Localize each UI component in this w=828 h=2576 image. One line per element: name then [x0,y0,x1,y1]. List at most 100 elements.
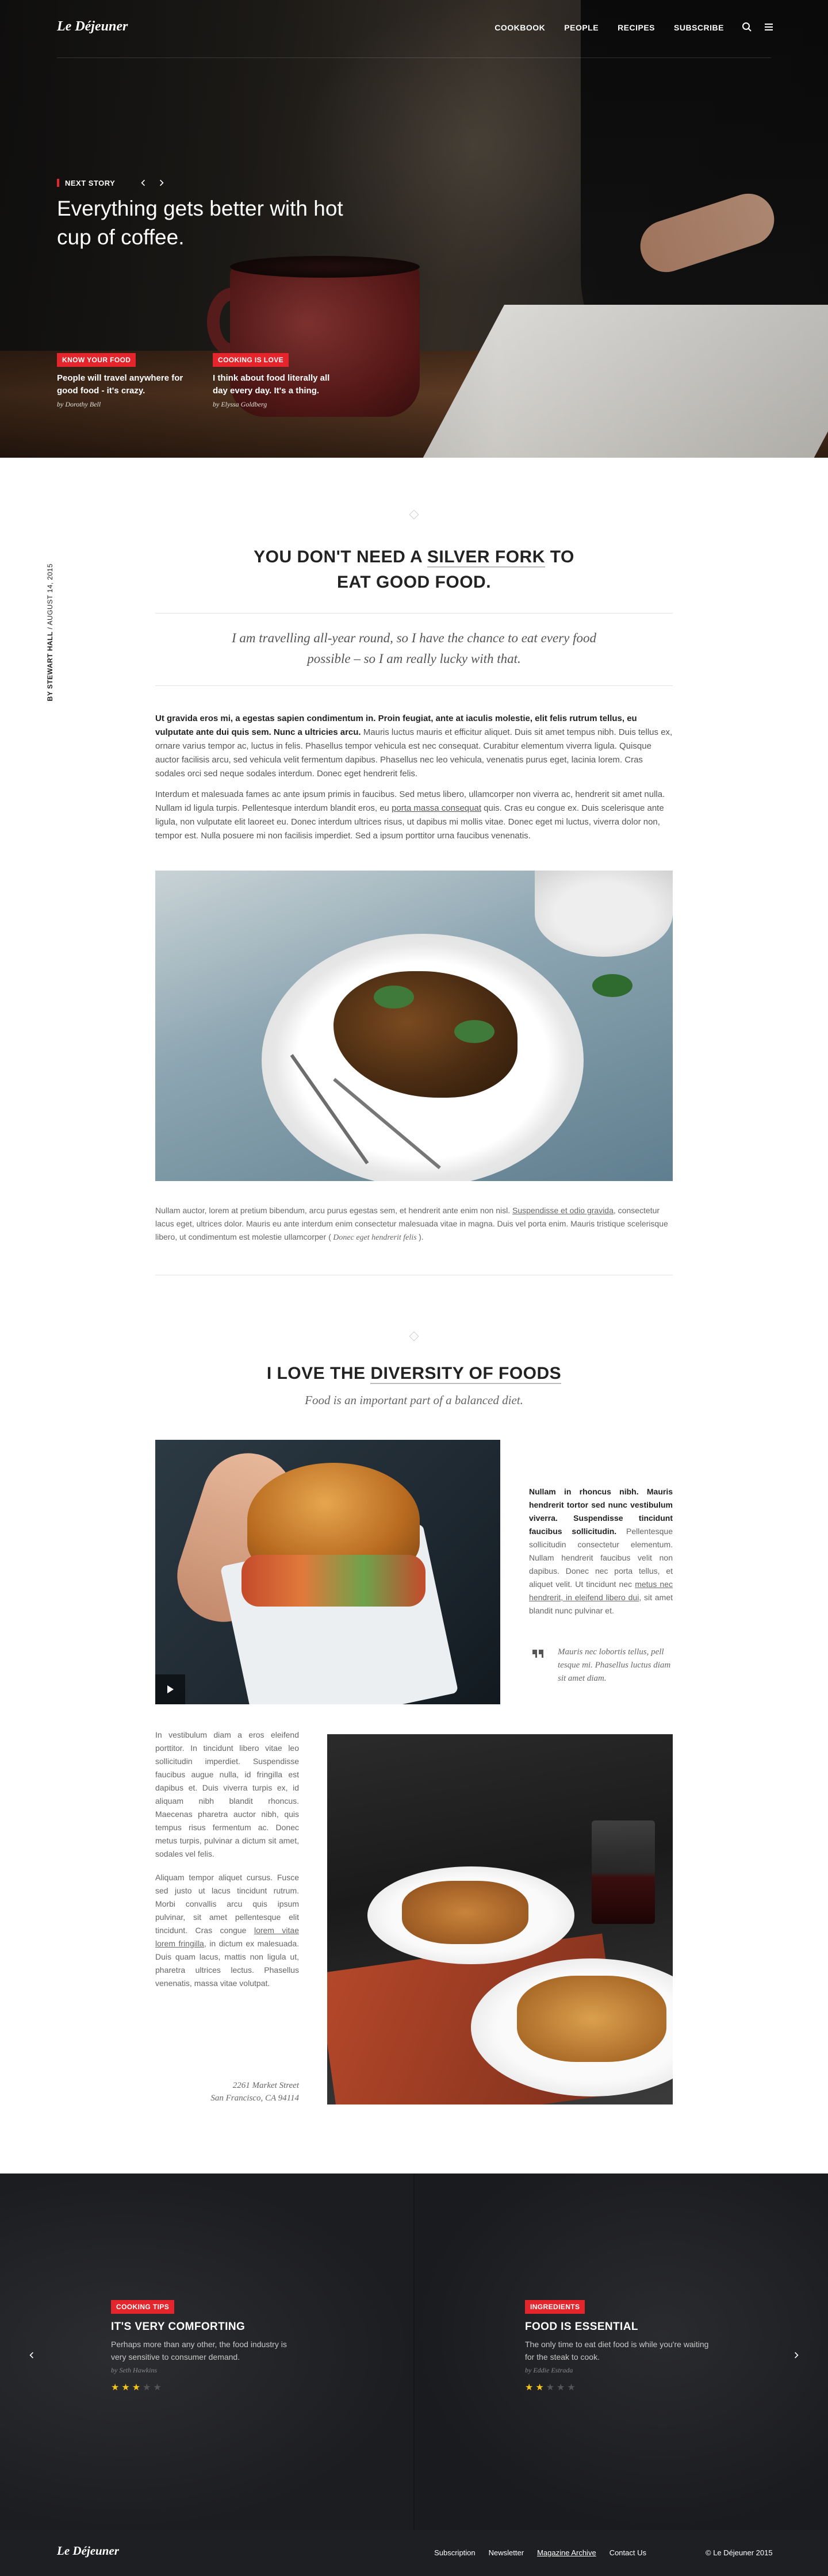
diversity-heading: I LOVE THE DIVERSITY OF FOODS [155,1364,673,1384]
pull-quote: I am travelling all-year round, so I hav… [231,631,597,666]
image-food [517,1976,666,2062]
star-empty-icon: ★ [143,2383,151,2393]
carousel-slide[interactable]: INGREDIENTS FOOD IS ESSENTIAL The only t… [525,2300,715,2393]
byline-date: AUGUST 14, 2015 [46,564,54,626]
slide-byline: by Seth Hawkins [111,2366,157,2374]
star-rating: ★ ★ ★ ★ ★ [111,2382,301,2393]
divider [155,613,673,614]
image-herb [592,974,632,997]
quote-icon [532,1648,545,1661]
article-heading: YOU DON'T NEED A SILVER FORK TO EAT GOOD… [155,545,673,595]
article-byline: BY STEWART HALL / AUGUST 14, 2015 [46,564,54,702]
star-filled-icon: ★ [111,2383,120,2393]
caption-text: ). [419,1232,424,1241]
play-button[interactable] [155,1674,185,1704]
star-filled-icon: ★ [132,2383,141,2393]
story-byline: by Dorothy Bell [57,400,101,408]
footer-links: Subscription Newsletter Magazine Archive… [434,2548,646,2557]
heading-text: I LOVE THE [266,1364,371,1383]
left-column-text: In vestibulum diam a eros eleifend portt… [155,1728,299,1990]
featured-carousel: COOKING TIPS IT'S VERY COMFORTING Perhap… [0,2174,828,2530]
slide-description: The only time to eat diet food is while … [525,2340,709,2362]
story-tag[interactable]: COOKING IS LOVE [213,353,289,367]
footer-link-subscription[interactable]: Subscription [434,2548,476,2557]
inline-link[interactable]: porta massa consequat [392,803,481,813]
chevron-right-icon[interactable] [790,2349,803,2362]
byline-author[interactable]: BY STEWART HALL [46,631,54,701]
accent-tick [57,179,59,187]
heading-bold: GOOD FOOD. [376,573,492,592]
side-quote: Mauris nec lobortis tellus, pell tesque … [558,1647,671,1683]
caption-italic: Donec eget hendrerit felis [331,1233,419,1242]
slide-tag[interactable]: INGREDIENTS [525,2300,585,2314]
nav-item-recipes[interactable]: RECIPES [618,23,655,32]
play-icon [167,1685,174,1693]
story-tag[interactable]: KNOW YOUR FOOD [57,353,136,367]
hero-section: Le Déjeuner COOKBOOK PEOPLE RECIPES SUBS… [0,0,828,458]
address-line: 2261 Market Street [232,2081,299,2090]
nav-divider [57,57,771,58]
fries-dish-image [327,1734,673,2104]
nav-item-cookbook[interactable]: COOKBOOK [494,23,545,32]
nav-item-people[interactable]: PEOPLE [564,23,599,32]
image-caption: Nullam auctor, lorem at pretium bibendum… [155,1204,673,1244]
footer-link-magazine-archive[interactable]: Magazine Archive [537,2548,596,2557]
nav-links: COOKBOOK PEOPLE RECIPES SUBSCRIBE [494,23,724,32]
section-ornament [409,509,419,520]
nav-item-subscribe[interactable]: SUBSCRIBE [674,23,724,32]
carousel-slide[interactable]: COOKING TIPS IT'S VERY COMFORTING Perhap… [111,2300,301,2393]
side-paragraph: Nullam in rhoncus nibh. Mauris hendrerit… [529,1485,673,1617]
slide-title[interactable]: IT'S VERY COMFORTING [111,2321,301,2333]
burger-video-thumbnail[interactable] [155,1440,500,1704]
inline-link[interactable]: Suspendisse et odio gravida [512,1206,614,1215]
heading-text: EAT [336,573,377,592]
hero-story-card[interactable]: COOKING IS LOVE I think about food liter… [213,353,339,409]
image-bowl [535,871,673,957]
footer-link-contact[interactable]: Contact Us [610,2548,646,2557]
chevron-left-icon[interactable] [25,2349,38,2362]
star-empty-icon: ★ [546,2383,555,2393]
address-line: San Francisco, CA 94114 [210,2094,299,2103]
image-herb [374,986,414,1009]
chicken-dish-image [155,871,673,1181]
heading-text: TO [545,547,574,566]
story-byline: by Elyssa Goldberg [213,400,267,408]
slide-title[interactable]: FOOD IS ESSENTIAL [525,2321,715,2333]
diversity-subtitle: Food is an important part of a balanced … [305,1393,523,1407]
paragraph-text: In vestibulum diam a eros eleifend portt… [155,1730,299,1858]
hero-story-card[interactable]: KNOW YOUR FOOD People will travel anywhe… [57,353,183,409]
caption-text: Nullam auctor, lorem at pretium bibendum… [155,1206,512,1215]
footer-logo[interactable]: Le Déjeuner [57,2544,119,2558]
star-empty-icon: ★ [153,2383,162,2393]
slide-divider [413,2174,415,2530]
next-story-label: NEXT STORY [65,178,116,187]
star-filled-icon: ★ [121,2383,130,2393]
menu-icon[interactable] [764,22,774,32]
logo[interactable]: Le Déjeuner [57,19,128,34]
heading-text: YOU DON'T NEED A [254,547,427,566]
image-filling [241,1555,425,1607]
section-ornament [409,1331,419,1341]
star-empty-icon: ★ [557,2383,565,2393]
copyright: © Le Déjeuner 2015 [706,2548,773,2557]
story-title[interactable]: People will travel anywhere for good foo… [57,372,183,397]
hero-title[interactable]: Everything gets better with hot cup of c… [57,194,379,252]
image-wine-glass [592,1820,655,1924]
image-food [402,1881,528,1944]
search-icon[interactable] [742,22,752,32]
next-story-bar: NEXT STORY [57,177,168,189]
address: 2261 Market Street San Francisco, CA 941… [155,2079,299,2104]
top-nav: Le Déjeuner COOKBOOK PEOPLE RECIPES SUBS… [0,0,828,58]
article-paragraph: Interdum et malesuada fames ac ante ipsu… [155,788,673,843]
left-paragraph-2: Aliquam tempor aliquet cursus. Fusce sed… [155,1871,299,1990]
star-filled-icon: ★ [535,2383,544,2393]
slide-tag[interactable]: COOKING TIPS [111,2300,175,2314]
chevron-right-icon[interactable] [155,177,168,189]
footer-link-newsletter[interactable]: Newsletter [489,2548,524,2557]
image-herb [454,1020,494,1043]
chevron-left-icon[interactable] [137,177,150,189]
story-title[interactable]: I think about food literally all day eve… [213,372,339,397]
heading-underlined: SILVER FORK [427,547,545,568]
footer: Le Déjeuner Subscription Newsletter Maga… [0,2530,828,2576]
slide-byline: by Eddie Estrada [525,2366,573,2374]
